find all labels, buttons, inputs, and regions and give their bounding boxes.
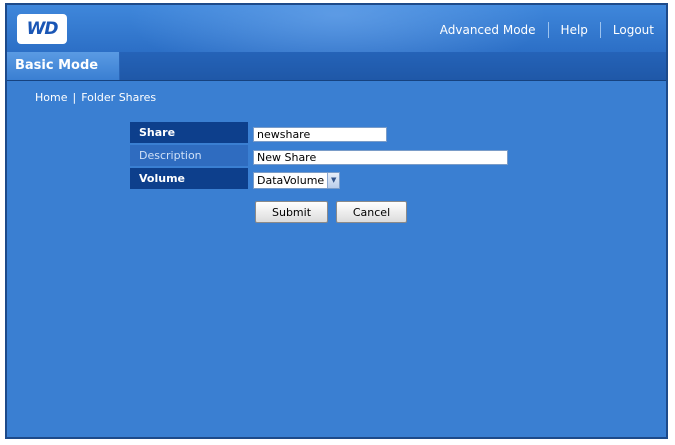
tab-basic-mode[interactable]: Basic Mode	[7, 52, 120, 80]
breadcrumb-separator: |	[72, 91, 77, 104]
volume-selected-value: DataVolume	[257, 173, 325, 187]
share-value-cell	[250, 122, 508, 143]
volume-row: Volume DataVolume ▼	[130, 168, 508, 189]
chevron-down-icon[interactable]: ▼	[327, 172, 340, 188]
description-label: Description	[130, 145, 248, 166]
nav-divider	[547, 22, 549, 38]
advanced-mode-link[interactable]: Advanced Mode	[440, 23, 536, 37]
logo-text: WD	[26, 19, 59, 39]
description-input[interactable]	[253, 150, 508, 165]
breadcrumb-home-link[interactable]: Home	[35, 91, 67, 104]
breadcrumb: Home | Folder Shares	[35, 91, 156, 104]
share-form: Share Description Volume DataVolume ▼	[128, 120, 510, 191]
mode-bar: Basic Mode	[7, 52, 666, 81]
volume-value-cell: DataVolume ▼	[250, 168, 508, 189]
volume-label: Volume	[130, 168, 248, 189]
logout-link[interactable]: Logout	[613, 23, 654, 37]
share-label: Share	[130, 122, 248, 143]
app-window: WD Advanced Mode Help Logout Basic Mode …	[5, 3, 668, 439]
share-row: Share	[130, 122, 508, 143]
wd-logo[interactable]: WD	[17, 14, 67, 44]
header-bar: WD Advanced Mode Help Logout	[7, 5, 666, 52]
share-name-input[interactable]	[253, 127, 387, 142]
top-navigation: Advanced Mode Help Logout	[440, 22, 654, 38]
form-buttons: Submit Cancel	[255, 201, 415, 223]
submit-button[interactable]: Submit	[255, 201, 328, 223]
cancel-button[interactable]: Cancel	[336, 201, 407, 223]
volume-select[interactable]: DataVolume ▼	[253, 171, 341, 189]
help-link[interactable]: Help	[561, 23, 588, 37]
description-row: Description	[130, 145, 508, 166]
nav-divider	[599, 22, 601, 38]
description-value-cell	[250, 145, 508, 166]
breadcrumb-current: Folder Shares	[81, 91, 157, 104]
